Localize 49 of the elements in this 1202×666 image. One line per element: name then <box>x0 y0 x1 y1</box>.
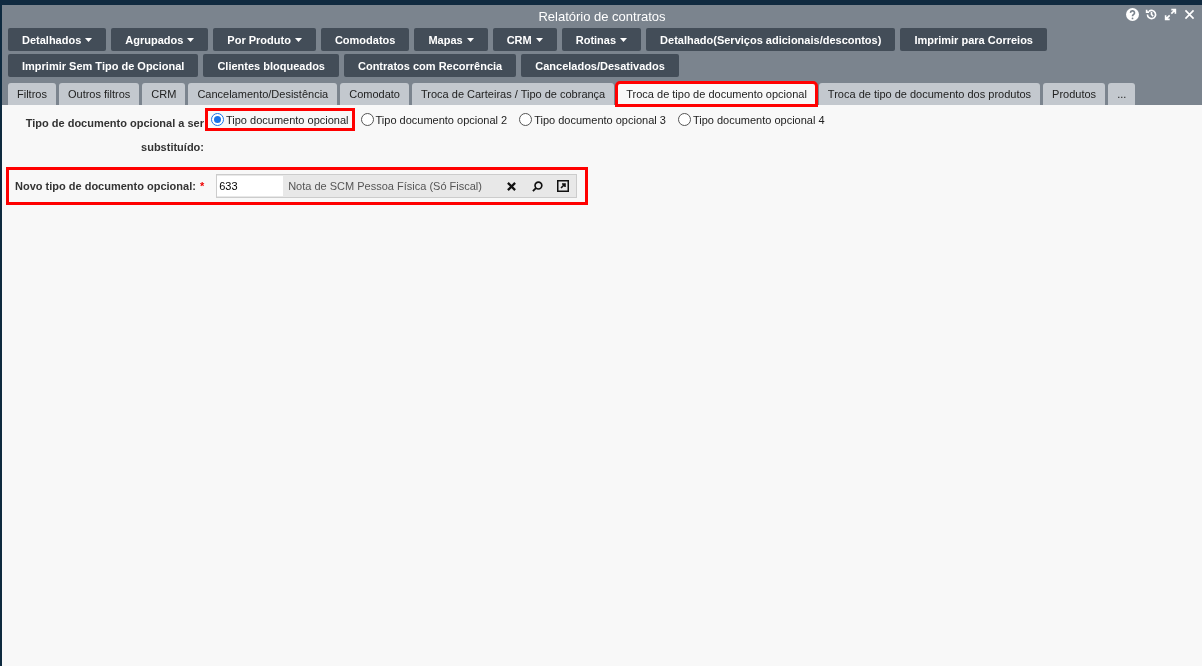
radio-option[interactable]: Tipo documento opcional 3 <box>516 111 669 128</box>
toolbar-button[interactable]: Detalhado(Serviços adicionais/descontos) <box>646 28 896 51</box>
radio-option[interactable]: Tipo documento opcional 2 <box>357 111 511 128</box>
toolbar-button[interactable]: Detalhados <box>8 28 107 51</box>
help-icon[interactable] <box>1126 8 1139 21</box>
radio-button[interactable] <box>677 113 691 126</box>
tab[interactable]: Troca de tipo de documento opcional <box>617 83 816 105</box>
tab[interactable]: CRM <box>142 83 186 105</box>
tab[interactable]: Troca de Carteiras / Tipo de cobrança <box>412 83 615 105</box>
radio-option[interactable]: Tipo documento opcional 4 <box>674 111 828 128</box>
field-label: Tipo de documento opcional a ser substituído: <box>24 116 205 155</box>
field-label: Novo tipo de documento opcional: <box>15 180 196 192</box>
radio-button[interactable] <box>519 113 533 126</box>
radio-option[interactable]: Tipo documento opcional <box>208 111 352 128</box>
window-title: Relatório de contratos <box>538 8 666 24</box>
tab[interactable]: Comodato <box>340 83 409 105</box>
toolbar-button[interactable]: Contratos com Recorrência <box>343 54 517 77</box>
toolbar-button[interactable]: Cancelados/Desativados <box>521 54 679 77</box>
option-label: Tipo documento opcional <box>226 113 349 126</box>
radio-button[interactable] <box>360 113 374 126</box>
tab[interactable]: ... <box>1108 83 1136 105</box>
option-label: Tipo documento opcional 3 <box>534 113 666 126</box>
required-mark: * <box>199 180 205 192</box>
history-icon[interactable] <box>1145 8 1158 21</box>
toolbar-button[interactable]: Imprimir Sem Tipo de Opcional <box>8 54 199 77</box>
tab[interactable]: Filtros <box>8 83 56 105</box>
radio-button[interactable] <box>211 113 224 126</box>
caret-icon <box>466 37 474 42</box>
toolbar-button[interactable]: Agrupados <box>111 28 209 51</box>
toolbar-button[interactable]: Por Produto <box>213 28 316 51</box>
caret-icon <box>294 37 302 42</box>
tab[interactable]: Cancelamento/Desistência <box>188 83 338 105</box>
caret-icon <box>187 37 195 42</box>
toolbar-button[interactable]: CRM <box>492 28 557 51</box>
caret-icon <box>620 37 628 42</box>
tab[interactable]: Outros filtros <box>58 83 140 105</box>
toolbar-button[interactable]: Mapas <box>414 28 488 51</box>
toolbar-button[interactable]: Clientes bloqueados <box>203 54 339 77</box>
close-icon[interactable] <box>1183 8 1196 21</box>
caret-icon <box>535 37 543 42</box>
toolbar-button[interactable]: Comodatos <box>320 28 410 51</box>
toolbar-button[interactable]: Imprimir para Correios <box>900 28 1047 51</box>
option-label: Tipo documento opcional 4 <box>692 113 825 126</box>
tab[interactable]: Produtos <box>1043 83 1106 105</box>
option-label: Tipo documento opcional 2 <box>375 113 508 126</box>
caret-icon <box>85 37 93 42</box>
tab[interactable]: Troca de tipo de documento dos produtos <box>818 83 1041 105</box>
expand-icon[interactable] <box>1164 8 1177 21</box>
toolbar-button[interactable]: Rotinas <box>561 28 642 51</box>
